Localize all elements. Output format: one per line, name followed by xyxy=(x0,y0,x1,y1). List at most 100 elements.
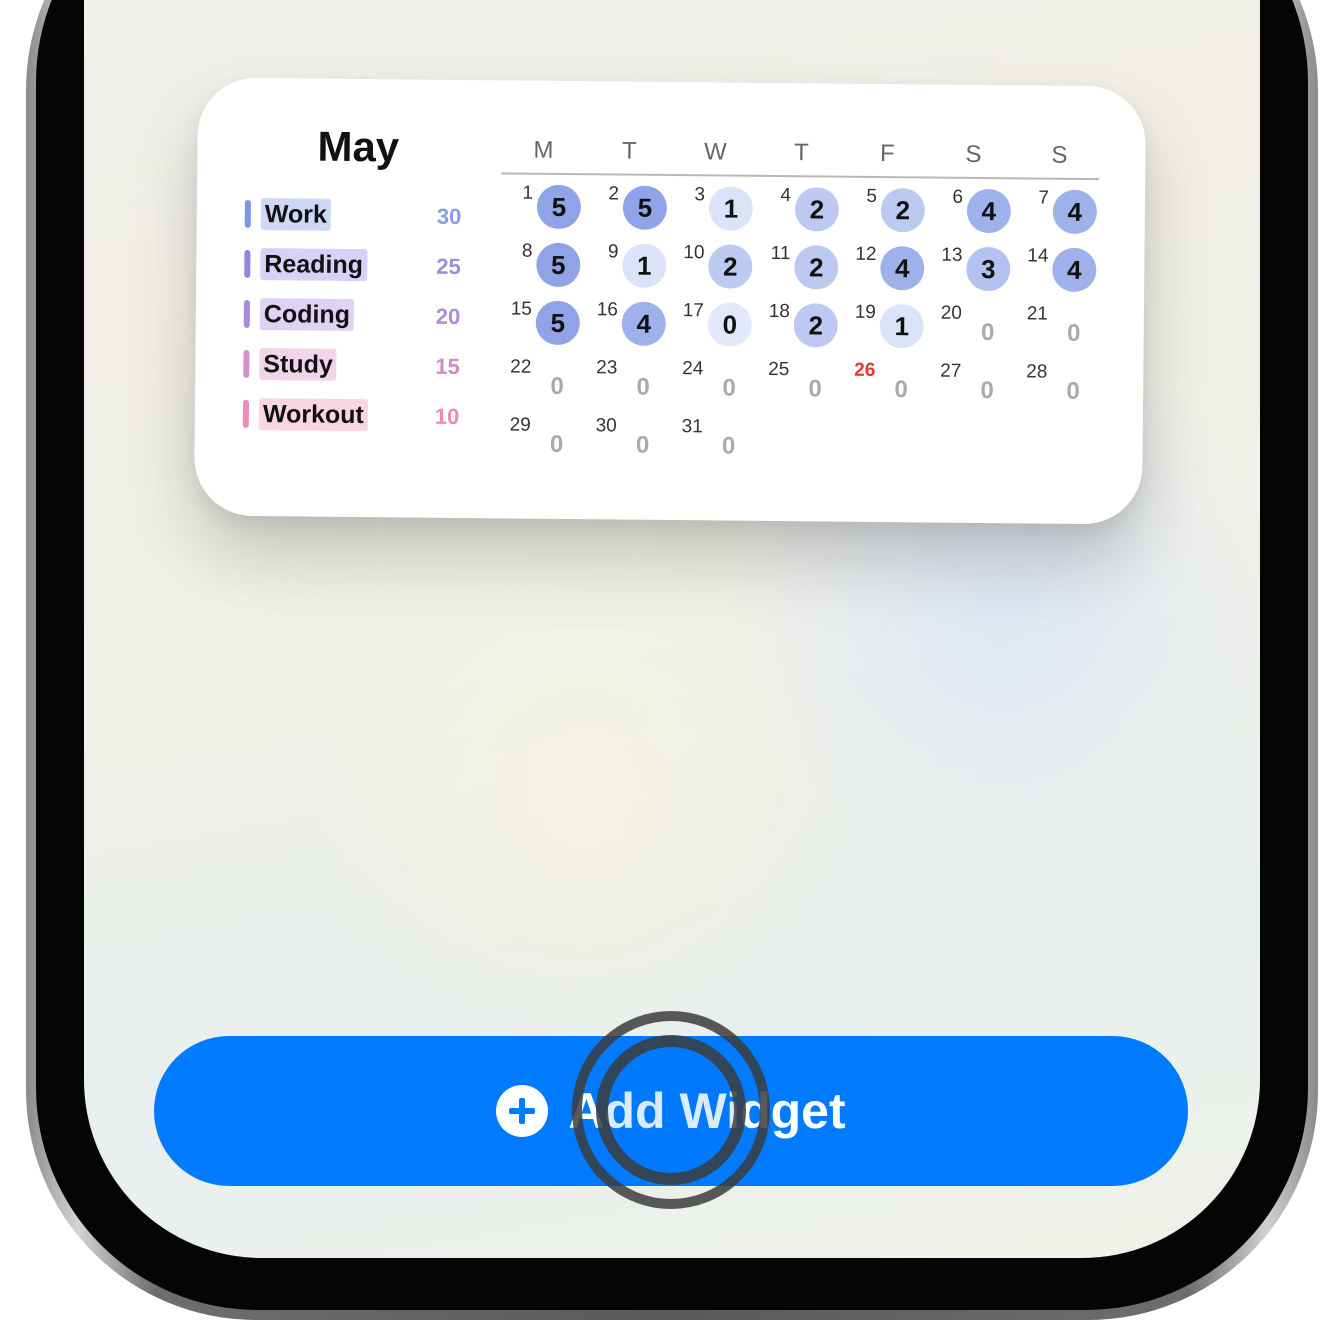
category-label: Work xyxy=(260,198,332,231)
calendar-day: 15 5 xyxy=(502,294,589,351)
calendar-day: 20 0 xyxy=(931,299,1018,356)
day-count: 0 xyxy=(980,376,994,405)
calendar-day: 31 xyxy=(675,180,762,237)
day-count: 0 xyxy=(722,374,736,402)
touch-indicator xyxy=(572,1011,770,1209)
calendar-day: 30 0 xyxy=(586,411,673,468)
category-row-coding: Coding 20 xyxy=(243,298,474,336)
day-count: 2 xyxy=(794,245,839,290)
day-number: 10 xyxy=(683,242,705,264)
day-count: 0 xyxy=(636,373,650,401)
category-label: Study xyxy=(259,348,337,381)
calendar-day: 16 4 xyxy=(588,295,675,352)
day-number: 4 xyxy=(780,185,792,207)
calendar-day: 10 2 xyxy=(674,238,761,295)
day-number: 17 xyxy=(682,300,705,322)
day-count: 4 xyxy=(966,188,1012,234)
day-count: 2 xyxy=(708,244,753,289)
day-count: 4 xyxy=(880,246,925,291)
calendar-day: 29 0 xyxy=(500,410,587,467)
calendar-day: 74 xyxy=(1019,183,1106,240)
day-count: 0 xyxy=(980,318,995,347)
day-number: 7 xyxy=(1038,187,1050,209)
category-color-bar xyxy=(244,199,251,228)
day-number: 18 xyxy=(768,300,791,323)
calendar-day: 17 0 xyxy=(674,296,761,353)
calendar-day: 21 0 xyxy=(1017,299,1104,356)
day-count: 0 xyxy=(1066,377,1080,405)
category-row-study: Study 15 xyxy=(243,348,473,386)
day-number: 1 xyxy=(522,182,534,204)
day-number: 5 xyxy=(866,185,878,207)
day-number: 31 xyxy=(681,416,703,438)
day-count: 0 xyxy=(1066,319,1081,347)
category-color-bar xyxy=(243,299,250,328)
calendar-widget-preview: May Work 30 Reading 25 Coding 20 Study 15 Workou… xyxy=(193,77,1147,525)
category-color-bar xyxy=(243,349,250,378)
day-count: 0 xyxy=(635,431,650,459)
day-count: 0 xyxy=(808,375,822,403)
day-number: 8 xyxy=(521,240,533,262)
calendar-day: 25 xyxy=(589,179,676,236)
day-number: 24 xyxy=(682,358,704,380)
calendar-day: 91 xyxy=(588,237,675,294)
day-count: 0 xyxy=(549,430,564,458)
weekday-header: T xyxy=(621,137,637,165)
day-count: 0 xyxy=(707,302,752,347)
day-count: 5 xyxy=(536,242,581,288)
day-number: 3 xyxy=(694,184,706,206)
category-label: Reading xyxy=(260,248,368,282)
day-count: 4 xyxy=(621,301,666,346)
calendar-day: 26 0 xyxy=(845,356,932,413)
day-count: 5 xyxy=(535,300,580,346)
day-count: 3 xyxy=(966,246,1011,292)
category-row-work: Work 30 xyxy=(244,198,475,236)
day-number: 9 xyxy=(607,241,619,263)
calendar-day: 64 xyxy=(933,183,1020,240)
day-number: 22 xyxy=(510,356,532,378)
calendar-day: 52 xyxy=(847,182,934,239)
day-count: 2 xyxy=(793,303,838,348)
day-count: 0 xyxy=(721,432,736,460)
weekday-header: T xyxy=(793,139,809,167)
category-row-reading: Reading 25 xyxy=(244,248,474,286)
day-number: 30 xyxy=(595,415,617,437)
calendar-day: 11 2 xyxy=(760,239,847,296)
category-color-bar xyxy=(244,249,251,278)
category-row-workout: Workout 10 xyxy=(242,398,473,436)
category-count: 15 xyxy=(435,353,460,379)
day-number: 28 xyxy=(1026,361,1048,383)
day-count: 0 xyxy=(894,376,908,404)
weekday-header: F xyxy=(879,140,895,168)
day-number: 12 xyxy=(855,243,877,265)
calendar-day: 42 xyxy=(761,181,848,238)
day-number: 6 xyxy=(952,186,964,208)
calendar-day: 12 4 xyxy=(846,240,933,297)
calendar-day: 19 1 xyxy=(846,298,933,355)
day-count: 5 xyxy=(622,185,668,230)
day-count: 1 xyxy=(879,304,924,349)
calendar-day: 27 0 xyxy=(931,357,1018,414)
day-number: 25 xyxy=(768,358,790,381)
calendar-day: 15 xyxy=(503,178,590,235)
day-number: 2 xyxy=(608,183,620,205)
day-number: 13 xyxy=(941,244,963,266)
weekday-header: S xyxy=(965,140,982,168)
category-label: Coding xyxy=(259,298,355,331)
category-count: 20 xyxy=(435,303,461,329)
category-count: 10 xyxy=(434,403,460,429)
day-number: 14 xyxy=(1027,245,1049,267)
calendar-day: 18 2 xyxy=(760,297,847,354)
calendar-day: 85 xyxy=(502,236,589,293)
day-count: 1 xyxy=(708,186,754,231)
day-count: 2 xyxy=(880,188,926,233)
day-count: 4 xyxy=(1052,247,1097,293)
day-number: 27 xyxy=(940,360,962,382)
calendar-day: 14 4 xyxy=(1018,241,1105,298)
day-number: 21 xyxy=(1026,303,1048,325)
day-number: 16 xyxy=(596,299,619,321)
category-count: 25 xyxy=(436,253,461,279)
calendar-day: 25 0 xyxy=(759,355,846,412)
weekday-header: S xyxy=(1051,141,1068,169)
day-number: 26 xyxy=(854,359,876,381)
